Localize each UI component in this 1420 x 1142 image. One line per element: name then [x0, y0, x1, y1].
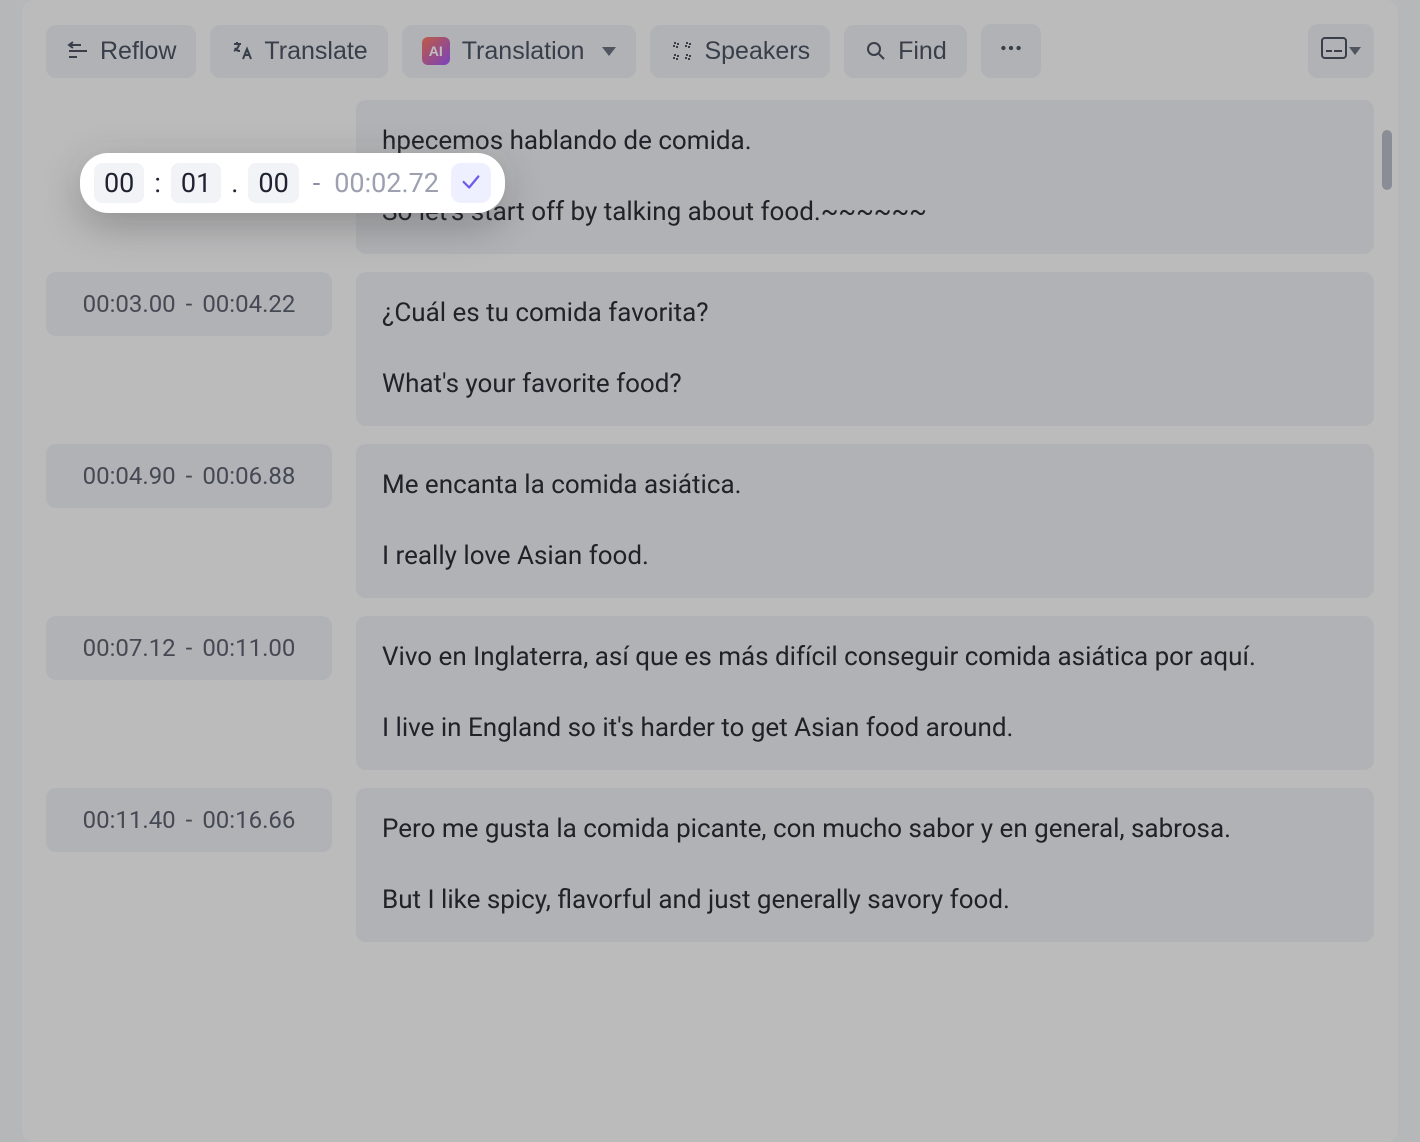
time-dash: - — [186, 806, 193, 834]
time-range[interactable]: 00:04.90 - 00:06.88 — [46, 444, 332, 508]
time-end: 00:11.00 — [202, 634, 295, 662]
check-icon — [460, 171, 482, 196]
time-range[interactable]: 00:03.00 - 00:04.22 — [46, 272, 332, 336]
time-start: 00:07.12 — [83, 634, 176, 662]
target-text: What's your favorite food? — [382, 365, 1348, 404]
confirm-button[interactable] — [451, 163, 491, 203]
subtitle-row: 00:07.12 - 00:11.00 Vivo en Inglaterra, … — [46, 616, 1374, 770]
source-text: ¿Cuál es tu comida favorita? — [382, 294, 1348, 333]
target-text: So let's start off by talking about food… — [382, 193, 1348, 232]
reflow-button[interactable]: Reflow — [46, 25, 196, 78]
reflow-icon — [66, 39, 90, 63]
time-dash: - — [186, 290, 193, 318]
subtitle-text[interactable]: Me encanta la comida asiática. I really … — [356, 444, 1374, 598]
time-editor-centiseconds[interactable]: 00 — [248, 163, 298, 203]
time-start: 00:11.40 — [83, 806, 176, 834]
colon-separator: : — [152, 167, 163, 199]
subtitle-text[interactable]: Vivo en Inglaterra, así que es más difíc… — [356, 616, 1374, 770]
dash-separator: - — [307, 167, 326, 199]
scrollbar-thumb[interactable] — [1382, 130, 1392, 190]
translate-icon — [230, 39, 254, 63]
time-start: 00:03.00 — [83, 290, 176, 318]
chevron-down-icon — [1349, 47, 1361, 55]
time-start: 00:04.90 — [83, 462, 176, 490]
translation-label: Translation — [462, 37, 585, 66]
subtitle-row: 00:03.00 - 00:04.22 ¿Cuál es tu comida f… — [46, 272, 1374, 426]
speakers-label: Speakers — [704, 37, 810, 66]
subtitle-icon — [1321, 37, 1347, 66]
chevron-down-icon — [602, 47, 616, 56]
scrollbar[interactable] — [1382, 130, 1392, 1010]
time-editor-minutes[interactable]: 00 — [94, 163, 144, 203]
speakers-button[interactable]: Speakers — [650, 25, 830, 78]
time-editor: 00 : 01 . 00 - 00:02.72 — [80, 153, 505, 213]
subtitle-row: 00:11.40 - 00:16.66 Pero me gusta la com… — [46, 788, 1374, 942]
toolbar: Reflow Translate AI Translation Speakers… — [46, 24, 1374, 78]
ai-badge-icon: AI — [422, 37, 450, 65]
subtitle-text[interactable]: Pero me gusta la comida picante, con muc… — [356, 788, 1374, 942]
subtitle-text[interactable]: hpecemos hablando de comida. So let's st… — [356, 100, 1374, 254]
target-text: But I like spicy, flavorful and just gen… — [382, 881, 1348, 920]
more-button[interactable] — [981, 24, 1041, 78]
ellipsis-icon — [998, 35, 1024, 68]
subtitle-view-dropdown[interactable] — [1308, 24, 1374, 78]
subtitle-row: 00:04.90 - 00:06.88 Me encanta la comida… — [46, 444, 1374, 598]
target-text: I live in England so it's harder to get … — [382, 709, 1348, 748]
source-text: Me encanta la comida asiática. — [382, 466, 1348, 505]
target-text: I really love Asian food. — [382, 537, 1348, 576]
time-range[interactable]: 00:07.12 - 00:11.00 — [46, 616, 332, 680]
time-range[interactable]: 00:11.40 - 00:16.66 — [46, 788, 332, 852]
translation-dropdown[interactable]: AI Translation — [402, 25, 637, 78]
find-label: Find — [898, 37, 947, 66]
time-dash: - — [186, 462, 193, 490]
time-end: 00:16.66 — [202, 806, 295, 834]
dot-separator: . — [229, 167, 240, 199]
source-text: Vivo en Inglaterra, así que es más difíc… — [382, 638, 1348, 677]
search-icon — [864, 39, 888, 63]
reflow-label: Reflow — [100, 37, 176, 66]
translate-button[interactable]: Translate — [210, 25, 387, 78]
source-text: Pero me gusta la comida picante, con muc… — [382, 810, 1348, 849]
speakers-icon — [670, 39, 694, 63]
source-text: hpecemos hablando de comida. — [382, 122, 1348, 161]
subtitle-text[interactable]: ¿Cuál es tu comida favorita? What's your… — [356, 272, 1374, 426]
time-end: 00:04.22 — [202, 290, 295, 318]
time-end: 00:06.88 — [202, 462, 295, 490]
time-dash: - — [186, 634, 193, 662]
time-editor-seconds[interactable]: 01 — [171, 163, 221, 203]
time-editor-end[interactable]: 00:02.72 — [334, 167, 439, 199]
subtitle-rows: 00:01.00 - 00:02.72 hpecemos hablando de… — [46, 100, 1374, 942]
find-button[interactable]: Find — [844, 25, 967, 78]
translate-label: Translate — [264, 37, 367, 66]
